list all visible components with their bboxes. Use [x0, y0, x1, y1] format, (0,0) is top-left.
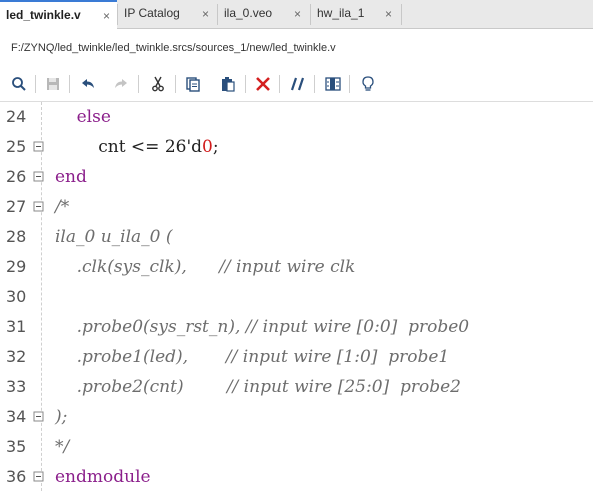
code-token: .probe1(led), // input wire [1:0] probe1	[55, 347, 450, 367]
code-token: .probe0(sys_rst_n), // input wire [0:0] …	[55, 317, 470, 337]
line-number: 34	[6, 407, 27, 426]
code-text: endmodule	[55, 462, 151, 491]
line-number: 28	[6, 227, 27, 246]
tab-ip-catalog[interactable]: IP Catalog ×	[118, 0, 217, 29]
line-number: 35	[6, 437, 27, 456]
tab-ila-0-veo[interactable]: ila_0.veo ×	[218, 0, 310, 29]
code-line[interactable]: 24 else	[0, 102, 593, 132]
close-icon[interactable]: ×	[294, 1, 301, 28]
code-editor[interactable]: 24 else 25 cnt <= 26'd0; 26 end 27/* 28 ila_0 …	[0, 102, 593, 491]
cut-icon[interactable]	[148, 74, 168, 94]
fold-collapse-icon[interactable]	[33, 201, 44, 214]
fold-end-icon[interactable]	[33, 411, 44, 424]
code-line[interactable]: 27 /*	[0, 192, 593, 222]
line-number: 33	[6, 377, 27, 396]
paste-icon[interactable]	[218, 74, 238, 94]
code-token: cnt <= 26	[55, 137, 187, 157]
line-number: 27	[6, 197, 27, 216]
code-token: 0	[202, 137, 213, 157]
hint-icon[interactable]	[358, 74, 378, 94]
save-icon[interactable]	[43, 74, 63, 94]
code-token: );	[55, 407, 68, 427]
copy-icon[interactable]	[183, 74, 203, 94]
code-token: 'd	[186, 137, 203, 157]
code-text: ila_0 u_ila_0 (	[55, 222, 173, 252]
code-token: endmodule	[55, 467, 151, 487]
code-token: .clk(sys_clk), // input wire clk	[55, 257, 356, 277]
undo-icon[interactable]	[78, 74, 98, 94]
fold-end-icon[interactable]	[33, 171, 44, 184]
code-token: */	[55, 437, 70, 457]
code-text: cnt <= 26'd0;	[55, 132, 219, 162]
delete-icon[interactable]	[253, 74, 273, 94]
close-icon[interactable]: ×	[202, 1, 209, 28]
code-text: else	[55, 102, 111, 132]
editor-toolbar	[0, 66, 593, 102]
tab-label: IP Catalog	[124, 6, 180, 20]
code-line[interactable]: 33 .probe2(cnt) // input wire [25:0] pro…	[0, 372, 593, 402]
code-text: end	[55, 162, 87, 192]
code-text: /*	[55, 192, 69, 222]
line-number: 32	[6, 347, 27, 366]
line-number: 36	[6, 467, 27, 486]
close-icon[interactable]: ×	[385, 1, 392, 28]
code-text: */	[55, 432, 69, 462]
tab-label: led_twinkle.v	[6, 8, 81, 22]
code-token: .probe2(cnt) // input wire [25:0] probe2	[55, 377, 461, 397]
file-path-bar: F:/ZYNQ/led_twinkle/led_twinkle.srcs/sou…	[0, 29, 593, 66]
column-select-icon[interactable]	[323, 74, 343, 94]
line-number: 30	[6, 287, 27, 306]
line-number: 26	[6, 167, 27, 186]
line-number: 31	[6, 317, 27, 336]
comment-icon[interactable]	[288, 74, 308, 94]
search-icon[interactable]	[9, 74, 29, 94]
code-token: ;	[212, 137, 219, 157]
code-line[interactable]: 35 */	[0, 432, 593, 462]
line-number: 29	[6, 257, 27, 276]
code-line[interactable]: 34);	[0, 402, 593, 432]
code-line[interactable]: 28 ila_0 u_ila_0 (	[0, 222, 593, 252]
tab-label: hw_ila_1	[317, 6, 365, 20]
code-line[interactable]: 36 endmodule	[0, 462, 593, 491]
line-number: 25	[6, 137, 27, 156]
code-line[interactable]: 26 end	[0, 162, 593, 192]
code-line[interactable]: 31 .probe0(sys_rst_n), // input wire [0:…	[0, 312, 593, 342]
code-text: .clk(sys_clk), // input wire clk	[55, 252, 356, 282]
code-token: ila_0 u_ila_0 (	[55, 227, 173, 247]
code-token: /*	[55, 197, 70, 217]
editor-tab-bar: led_twinkle.v × IP Catalog × ila_0.veo ×…	[0, 0, 593, 29]
tab-label: ila_0.veo	[224, 6, 273, 20]
code-text: .probe2(cnt) // input wire [25:0] probe2	[55, 372, 461, 402]
code-text: .probe0(sys_rst_n), // input wire [0:0] …	[55, 312, 470, 342]
tab-led-twinkle[interactable]: led_twinkle.v ×	[0, 0, 117, 29]
code-token: end	[55, 167, 87, 187]
code-line[interactable]: 30	[0, 282, 593, 312]
line-number: 24	[6, 107, 27, 126]
close-icon[interactable]: ×	[103, 3, 110, 30]
tab-hw-ila-1[interactable]: hw_ila_1 ×	[311, 0, 401, 29]
code-line[interactable]: 32 .probe1(led), // input wire [1:0] pro…	[0, 342, 593, 372]
code-line[interactable]: 25 cnt <= 26'd0;	[0, 132, 593, 162]
file-path: F:/ZYNQ/led_twinkle/led_twinkle.srcs/sou…	[11, 42, 336, 54]
code-text: );	[55, 402, 67, 432]
code-text: .probe1(led), // input wire [1:0] probe1	[55, 342, 450, 372]
code-token: else	[76, 107, 111, 127]
fold-end-icon[interactable]	[33, 471, 44, 484]
redo-icon[interactable]	[111, 74, 131, 94]
code-line[interactable]: 29 .clk(sys_clk), // input wire clk	[0, 252, 593, 282]
fold-end-icon[interactable]	[33, 141, 44, 154]
